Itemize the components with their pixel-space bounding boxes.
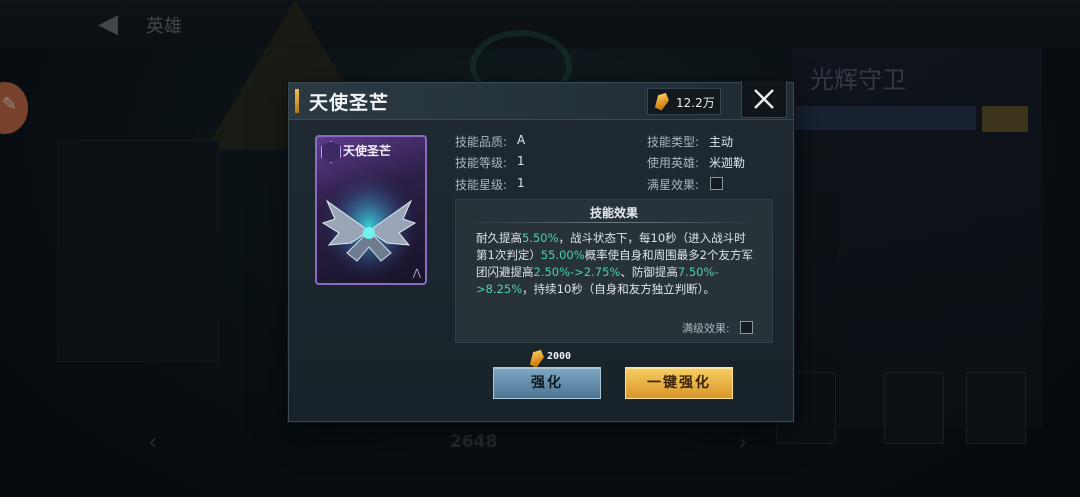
dialog-title: 天使圣芒 <box>309 92 390 114</box>
level-label: 技能等级: <box>455 156 508 170</box>
dialog-header: 天使圣芒 12.2万 <box>289 81 793 120</box>
card-corner-icon: ⋀ <box>412 268 421 279</box>
effect-description: 耐久提高5.50%，战斗状态下，每10秒（进入战斗时第1次判定）55.00%概率… <box>476 230 756 298</box>
type-value: 主动 <box>709 135 734 149</box>
upgrade-button[interactable]: 强化 <box>493 367 601 399</box>
skill-card: 天使圣芒 ⋀ <box>315 135 427 285</box>
skill-effect-panel: 技能效果 耐久提高5.50%，战斗状态下，每10秒（进入战斗时第1次判定）55.… <box>455 199 773 343</box>
max-level-label: 满级效果: <box>682 322 730 335</box>
full-star-checkbox[interactable] <box>710 177 723 190</box>
effect-text: ，持续10秒（自身和友方独立判断）。 <box>522 282 716 296</box>
max-level-checkbox[interactable] <box>740 321 753 334</box>
hero-value: 米迦勒 <box>709 156 746 170</box>
currency-value: 12.2万 <box>676 96 715 110</box>
angel-wings-icon <box>317 161 421 279</box>
effect-text: 耐久提高 <box>476 231 522 245</box>
effect-value: 5.50% <box>522 231 559 245</box>
level-value: 1 <box>517 154 525 168</box>
quality-label: 技能品质: <box>455 135 508 149</box>
effect-text: 、防御提高 <box>620 265 678 279</box>
header-accent <box>295 89 299 113</box>
effect-divider <box>470 222 758 223</box>
full-star-label: 满星效果: <box>647 178 700 192</box>
effect-title: 技能效果 <box>589 206 638 220</box>
close-button[interactable] <box>741 81 787 118</box>
one-click-upgrade-button[interactable]: 一键强化 <box>625 367 733 399</box>
quality-value: A <box>517 133 526 147</box>
gold-crystal-icon <box>653 90 671 111</box>
star-value: 1 <box>517 176 525 190</box>
currency-display: 12.2万 <box>647 88 721 115</box>
upgrade-cost: 2000 <box>547 351 572 362</box>
star-label: 技能星级: <box>455 178 508 192</box>
skill-upgrade-dialog: 天使圣芒 12.2万 天使圣芒 ⋀ 技能品质: A 技能类型: 主动 技能等级:… <box>288 81 794 422</box>
skill-grade-icon <box>321 141 341 163</box>
close-icon <box>754 89 774 109</box>
effect-value: 2.50%->2.75% <box>533 265 621 279</box>
hero-label: 使用英雄: <box>647 156 700 170</box>
type-label: 技能类型: <box>647 135 700 149</box>
gold-crystal-icon <box>528 347 546 368</box>
effect-value: 55.00% <box>540 248 585 262</box>
card-name: 天使圣芒 <box>343 144 392 158</box>
